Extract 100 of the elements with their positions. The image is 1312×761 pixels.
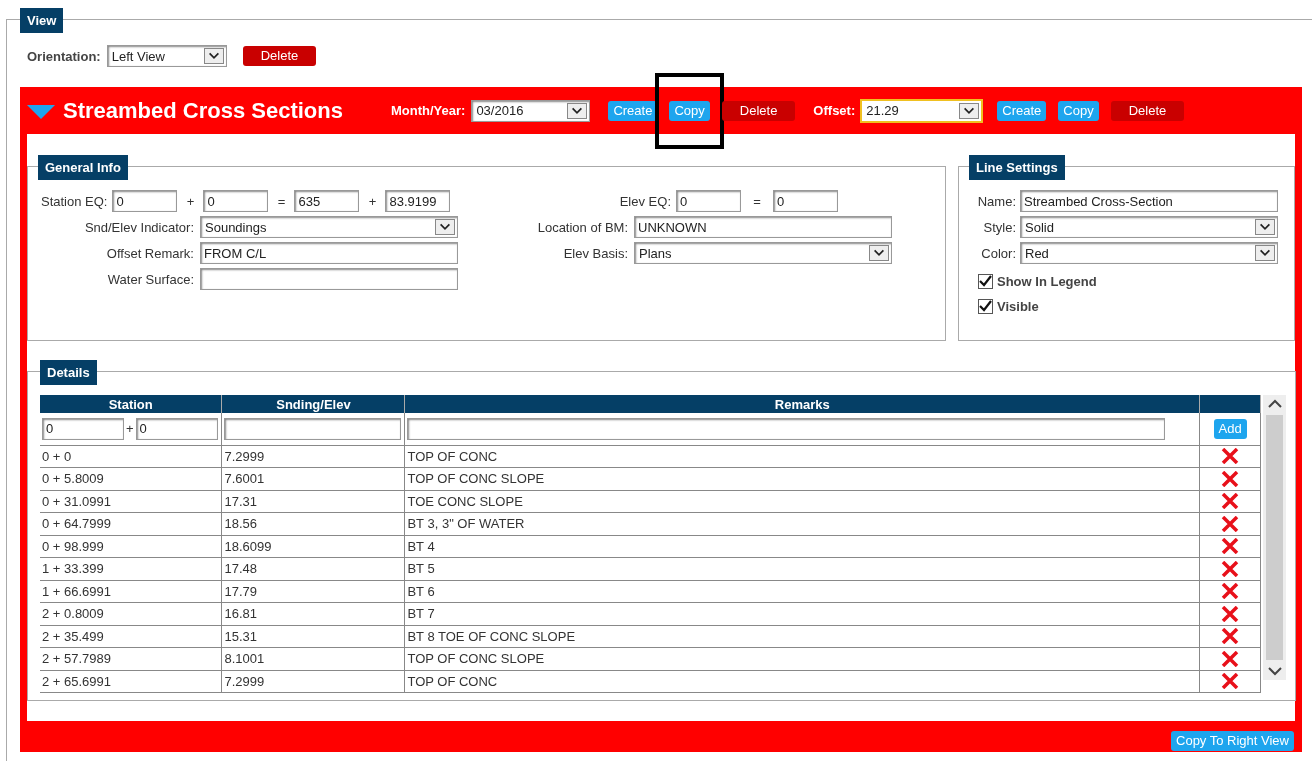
caret-icon [1255, 219, 1275, 235]
elev-eq-label: Elev EQ: [618, 193, 671, 209]
dropdown[interactable]: Solid [1020, 216, 1278, 238]
field-label: Location of BM: [536, 219, 628, 235]
table-cell: TOP OF CONC SLOPE [404, 647, 1200, 670]
table-cell: BT 4 [404, 535, 1200, 558]
input-field[interactable]: 0 [773, 190, 838, 212]
scrollbar[interactable] [1263, 395, 1286, 680]
checkbox-label: Show In Legend [997, 274, 1097, 289]
table-cell: 0 + 64.7999 [40, 512, 222, 535]
table-cell: 2 + 65.6991 [40, 670, 222, 693]
operator-text: + [126, 421, 134, 437]
input-field[interactable]: 0 [42, 417, 124, 440]
delete-button[interactable]: Delete [721, 100, 796, 121]
table-cell: TOE CONC SLOPE [404, 490, 1200, 513]
scroll-down-icon[interactable] [1266, 666, 1283, 676]
station-eq-label: Station EQ: [41, 193, 108, 209]
field-label: Offset Remark: [105, 245, 194, 261]
table-cell: 7.6001 [221, 467, 405, 490]
month-year-dropdown[interactable]: 03/2016 [471, 99, 591, 122]
view-legend: View [20, 8, 64, 33]
delete-icon[interactable] [1221, 650, 1240, 667]
table-cell: 18.6099 [221, 535, 405, 558]
operator-text: = [752, 193, 762, 209]
field-label: Color: [980, 245, 1016, 261]
operator-text: + [185, 193, 196, 209]
caret-icon [435, 219, 455, 235]
delete-icon[interactable] [1221, 515, 1240, 532]
input-field[interactable]: 0 [203, 190, 269, 212]
table-cell: 16.81 [221, 602, 405, 625]
input-field[interactable] [407, 417, 1166, 440]
input-field[interactable]: Streambed Cross-Section [1020, 190, 1278, 212]
delete-icon[interactable] [1221, 583, 1240, 600]
dropdown[interactable]: Plans [634, 242, 892, 264]
table-cell: 2 + 57.7989 [40, 647, 222, 670]
delete-icon[interactable] [1221, 470, 1240, 487]
input-field[interactable] [200, 268, 458, 290]
dropdown[interactable]: Soundings [200, 216, 458, 238]
column-header: Station [40, 395, 222, 413]
delete-icon[interactable] [1221, 493, 1240, 510]
caret-icon [1255, 245, 1275, 261]
scrollbar-thumb[interactable] [1266, 415, 1283, 660]
delete-icon[interactable] [1221, 605, 1240, 622]
caret-icon [869, 245, 889, 261]
field-label: Style: [982, 219, 1016, 235]
delete-icon[interactable] [1221, 673, 1240, 690]
delete-icon[interactable] [1221, 448, 1240, 465]
table-cell: 15.31 [221, 625, 405, 648]
delete-button[interactable]: Delete [1110, 100, 1185, 121]
field-label: Name: [976, 193, 1016, 209]
field-label: Elev Basis: [562, 245, 628, 261]
input-field[interactable]: 0 [676, 190, 741, 212]
column-header [1199, 395, 1261, 413]
table-cell: 0 + 0 [40, 445, 222, 468]
column-header: Snding/Elev [221, 395, 405, 413]
table-cell: 0 + 5.8009 [40, 467, 222, 490]
table-cell: BT 8 TOE OF CONC SLOPE [404, 625, 1200, 648]
table-cell: 17.79 [221, 580, 405, 603]
input-field[interactable]: 0 [135, 417, 218, 440]
delete-button[interactable]: Delete [242, 46, 317, 66]
caret-icon [567, 102, 588, 119]
operator-text: + [367, 193, 378, 209]
offset-label: Offset: [813, 103, 856, 118]
checkbox[interactable] [978, 299, 993, 314]
table-cell: 17.48 [221, 557, 405, 580]
table-cell: 1 + 66.6991 [40, 580, 222, 603]
operator-text: = [276, 193, 287, 209]
table-cell: 0 + 98.999 [40, 535, 222, 558]
offset-dropdown[interactable]: 21.29 [861, 99, 983, 122]
month-year-label: Month/Year: [391, 103, 466, 118]
delete-icon[interactable] [1221, 538, 1240, 555]
section-title: Streambed Cross Sections [63, 97, 343, 124]
input-field[interactable]: UNKNOWN [634, 216, 892, 238]
table-cell: 0 + 31.0991 [40, 490, 222, 513]
table-cell: BT 5 [404, 557, 1200, 580]
table-cell: TOP OF CONC [404, 670, 1200, 693]
scroll-up-icon[interactable] [1266, 399, 1283, 409]
column-header: Remarks [404, 395, 1200, 413]
table-cell: TOP OF CONC SLOPE [404, 467, 1200, 490]
orientation-dropdown[interactable]: Left View [106, 45, 227, 67]
dropdown[interactable]: Red [1020, 242, 1278, 264]
input-field[interactable]: FROM C/L [200, 242, 458, 264]
table-cell: 2 + 35.499 [40, 625, 222, 648]
table-cell: 18.56 [221, 512, 405, 535]
input-field[interactable]: 0 [112, 190, 178, 212]
input-field[interactable]: 635 [294, 190, 360, 212]
orientation-label: Orientation: [27, 48, 101, 64]
table-cell: 2 + 0.8009 [40, 602, 222, 625]
delete-icon[interactable] [1221, 628, 1240, 645]
field-label: Water Surface: [106, 271, 194, 287]
input-field[interactable]: 83.9199 [385, 190, 451, 212]
input-field[interactable] [224, 417, 402, 440]
checkbox-label: Visible [997, 299, 1039, 314]
table-cell: BT 6 [404, 580, 1200, 603]
table-cell: 7.2999 [221, 670, 405, 693]
table-cell: 7.2999 [221, 445, 405, 468]
delete-icon[interactable] [1221, 560, 1240, 577]
details-legend: Details [40, 360, 97, 385]
table-cell: BT 3, 3" OF WATER [404, 512, 1200, 535]
checkbox[interactable] [978, 274, 993, 289]
